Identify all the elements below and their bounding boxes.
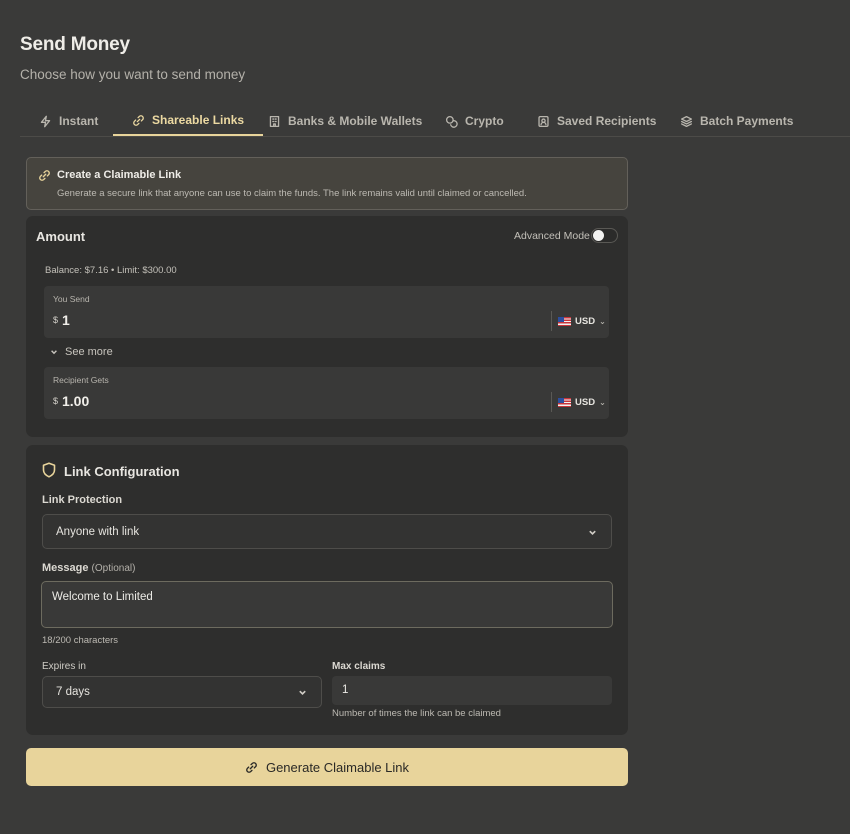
chevron-down-icon — [51, 350, 57, 355]
tab-bar: Instant Shareable Links Banks & Mobile W… — [20, 106, 850, 137]
tab-shareable-links[interactable]: Shareable Links — [113, 106, 264, 136]
max-claims-hint: Number of times the link can be claimed — [332, 708, 501, 719]
info-banner: Create a Claimable Link Generate a secur… — [26, 157, 628, 210]
expires-in-select[interactable]: 7 days — [42, 676, 322, 708]
tab-label: Banks & Mobile Wallets — [288, 114, 423, 128]
message-label: Message (Optional) — [42, 562, 135, 574]
tab-label: Saved Recipients — [557, 114, 657, 128]
layers-icon — [680, 115, 693, 127]
link-protection-select[interactable]: Anyone with link — [42, 514, 612, 549]
amount-card: Amount Advanced Mode Balance: $7.16 • Li… — [26, 216, 628, 437]
coins-icon — [445, 115, 458, 128]
tab-saved-recipients[interactable]: Saved Recipients — [518, 106, 675, 136]
link-icon — [133, 114, 144, 126]
you-send-amount[interactable]: 1 — [62, 312, 70, 328]
you-send-currency-select[interactable]: USD ⌄ — [551, 311, 606, 331]
contact-icon — [538, 115, 549, 127]
currency-symbol: $ — [53, 315, 59, 325]
expires-in-label: Expires in — [42, 661, 86, 672]
amount-title: Amount — [36, 229, 86, 244]
see-more-label: See more — [65, 346, 113, 358]
tab-banks-mobile-wallets[interactable]: Banks & Mobile Wallets — [249, 106, 441, 136]
bank-icon — [269, 115, 280, 127]
message-optional-text: (Optional) — [91, 563, 136, 574]
page-title: Send Money — [20, 34, 130, 55]
max-claims-label: Max claims — [332, 661, 386, 672]
link-icon — [38, 169, 51, 182]
you-send-field[interactable]: You Send $ 1 USD ⌄ — [44, 286, 609, 338]
recipient-gets-currency-select[interactable]: USD ⌄ — [551, 392, 606, 412]
chevron-down-icon: ⌄ — [599, 316, 606, 326]
us-flag-icon — [558, 316, 571, 326]
recipient-gets-amount[interactable]: 1.00 — [62, 393, 89, 409]
currency-code: USD — [575, 396, 596, 408]
recipient-gets-field[interactable]: Recipient Gets $ 1.00 USD ⌄ — [44, 367, 609, 419]
tab-crypto[interactable]: Crypto — [426, 106, 523, 136]
currency-symbol: $ — [53, 396, 59, 406]
message-character-counter: 18/200 characters — [42, 635, 119, 646]
tab-label: Crypto — [465, 114, 504, 128]
link-configuration-title: Link Configuration — [64, 464, 180, 479]
advanced-mode-label: Advanced Mode — [514, 230, 590, 242]
generate-button-label: Generate Claimable Link — [265, 759, 410, 775]
message-label-text: Message — [42, 562, 89, 574]
tab-label: Batch Payments — [700, 114, 794, 128]
link-protection-label: Link Protection — [42, 494, 123, 506]
max-claims-input[interactable]: 1 — [332, 676, 612, 705]
currency-code: USD — [575, 315, 596, 327]
expires-in-value: 7 days — [56, 686, 90, 698]
advanced-mode-toggle[interactable] — [591, 228, 618, 243]
tab-label: Shareable Links — [152, 113, 245, 127]
link-protection-value: Anyone with link — [56, 525, 140, 538]
chevron-down-icon — [299, 690, 306, 695]
tab-instant[interactable]: Instant — [20, 106, 117, 136]
link-icon — [246, 761, 257, 773]
chevron-down-icon: ⌄ — [599, 397, 606, 407]
see-more-toggle[interactable]: See more — [50, 346, 113, 358]
link-configuration-card: Link Configuration Link Protection Anyon… — [26, 445, 628, 735]
chevron-down-icon — [589, 530, 596, 535]
message-textarea[interactable]: Welcome to Limited — [41, 581, 613, 628]
recipient-gets-label: Recipient Gets — [53, 375, 109, 385]
banner-description: Generate a secure link that anyone can u… — [57, 188, 527, 199]
banner-title: Create a Claimable Link — [57, 169, 182, 181]
us-flag-icon — [558, 397, 571, 407]
bolt-icon — [40, 115, 51, 127]
tab-label: Instant — [59, 114, 99, 128]
you-send-label: You Send — [53, 294, 90, 304]
generate-claimable-link-button[interactable]: Generate Claimable Link — [26, 748, 628, 786]
shield-icon — [42, 462, 56, 478]
page-subtitle: Choose how you want to send money — [20, 67, 246, 82]
toggle-knob — [593, 230, 604, 241]
balance-info: Balance: $7.16 • Limit: $300.00 — [45, 265, 177, 276]
tab-batch-payments[interactable]: Batch Payments — [661, 106, 812, 136]
